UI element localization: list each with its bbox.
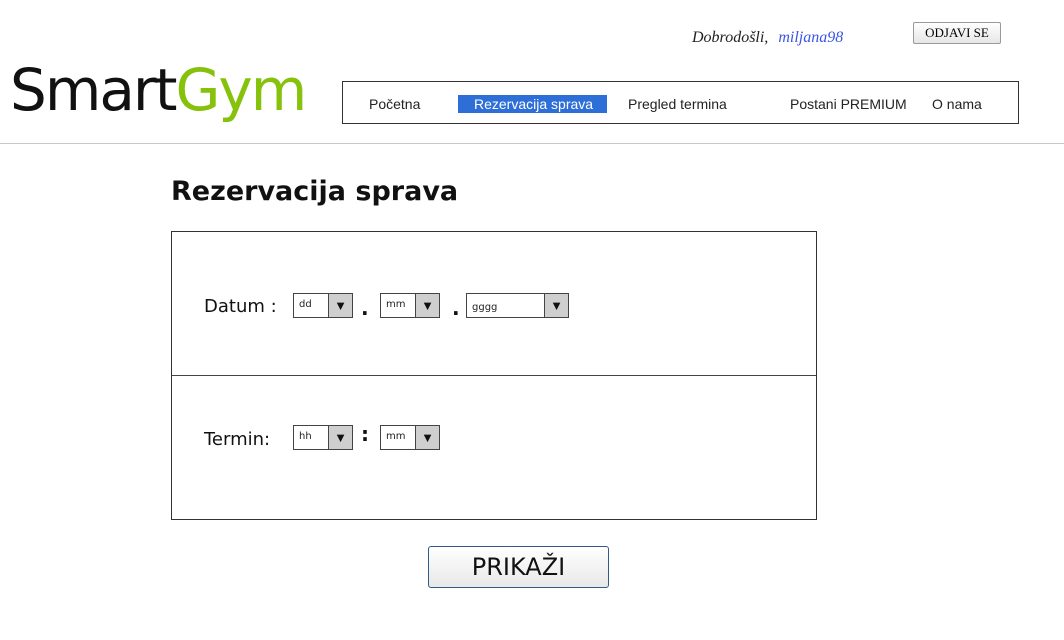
hour-select[interactable]: hh ▼ <box>293 425 353 450</box>
logo-text-smart: Smart <box>10 56 177 124</box>
time-label: Termin: <box>204 429 271 450</box>
welcome-message: Dobrodošli, miljana98 <box>692 29 843 47</box>
year-select[interactable]: gggg ▼ <box>466 293 569 318</box>
hour-select-value: hh <box>299 431 312 442</box>
chevron-down-icon[interactable]: ▼ <box>328 426 352 449</box>
day-select-value: dd <box>299 299 312 310</box>
day-select[interactable]: dd ▼ <box>293 293 353 318</box>
minute-select[interactable]: mm ▼ <box>380 425 440 450</box>
nav-item-rezervacija-sprava[interactable]: Rezervacija sprava <box>458 95 608 113</box>
reservation-form: Datum : dd ▼ . mm ▼ . gggg ▼ Termin: hh … <box>171 231 817 520</box>
date-separator: . <box>361 296 369 320</box>
header-divider <box>0 143 1064 144</box>
nav-item-postani-premium[interactable]: Postani PREMIUM <box>790 95 907 113</box>
chevron-down-icon[interactable]: ▼ <box>328 294 352 317</box>
minute-select-value: mm <box>386 431 406 442</box>
date-separator: . <box>452 296 460 320</box>
page-title: Rezervacija sprava <box>171 176 459 207</box>
nav-item-pocetna[interactable]: Početna <box>369 95 420 113</box>
time-separator: : <box>361 422 369 446</box>
year-select-value: gggg <box>472 302 498 313</box>
logout-button[interactable]: ODJAVI SE <box>913 22 1001 44</box>
month-select-value: mm <box>386 299 406 310</box>
username-link[interactable]: miljana98 <box>778 29 843 46</box>
chevron-down-icon[interactable]: ▼ <box>415 426 439 449</box>
chevron-down-icon[interactable]: ▼ <box>544 294 568 317</box>
nav-item-o-nama[interactable]: O nama <box>932 95 982 113</box>
month-select[interactable]: mm ▼ <box>380 293 440 318</box>
chevron-down-icon[interactable]: ▼ <box>415 294 439 317</box>
logo[interactable]: SmartGym <box>10 55 307 125</box>
form-divider <box>172 375 816 376</box>
date-label: Datum : <box>204 296 277 317</box>
welcome-text: Dobrodošli, <box>692 29 769 46</box>
logo-text-gym: Gym <box>175 56 307 124</box>
show-button[interactable]: PRIKAŽI <box>428 546 609 588</box>
nav-item-pregled-termina[interactable]: Pregled termina <box>628 95 727 113</box>
main-navigation: Početna Rezervacija sprava Pregled termi… <box>342 81 1019 124</box>
